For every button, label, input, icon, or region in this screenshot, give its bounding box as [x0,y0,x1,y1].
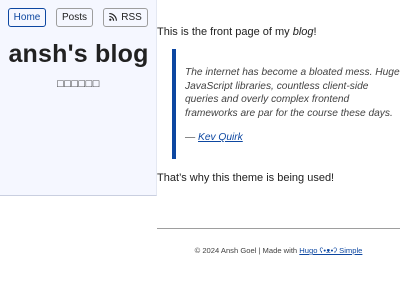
main-content: This is the front page of my blog! The i… [157,0,400,300]
blockquote: The internet has become a bloated mess. … [172,49,400,159]
quote-text: The internet has become a bloated mess. … [185,67,400,119]
intro-text: This is the front page of my blog! [157,26,317,38]
intro-suffix: ! [313,26,317,38]
citation-dash: — [185,132,199,143]
posts-button[interactable]: Posts [56,8,93,27]
footer: © 2024 Ansh Goel | Made with Hugo ʕ•ᴥ•ʔ … [157,246,400,255]
theme-link[interactable]: Hugo ʕ•ᴥ•ʔ Simple [299,246,362,255]
footer-divider [157,228,400,229]
rss-button[interactable]: RSS [103,8,148,27]
site-subtitle: □□□□□□ [57,78,100,90]
site-title[interactable]: ansh's blog [0,40,157,69]
rss-label: RSS [121,12,142,23]
top-nav: Home Posts RSS [8,8,148,27]
home-button[interactable]: Home [8,8,46,27]
intro-prefix: This is the front page of my [157,26,293,38]
outro-text: That’s why this theme is being used! [157,172,335,184]
citation-link[interactable]: Kev Quirk [198,132,243,143]
rss-feed-icon [109,12,118,23]
footer-copyright: © 2024 Ansh Goel | Made with [194,246,300,255]
intro-emphasis: blog [292,26,314,38]
quote-citation: — Kev Quirk [185,132,243,143]
sidebar: Home Posts RSS ansh's blog □□□□□□ [0,0,157,196]
